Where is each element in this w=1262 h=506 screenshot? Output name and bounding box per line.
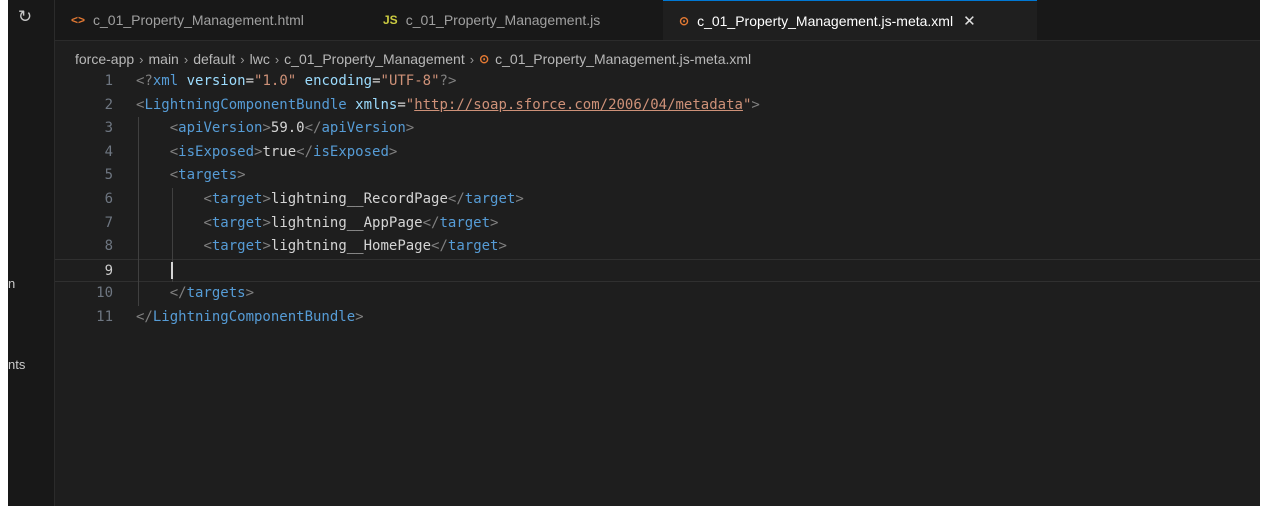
tab-js-file[interactable]: JS c_01_Property_Management.js (367, 0, 657, 40)
code-text: <LightningComponentBundle xmlns="http://… (136, 96, 760, 113)
line-number: 8 (104, 238, 113, 255)
line-number: 3 (104, 120, 113, 137)
code-text: <isExposed>true</isExposed> (169, 143, 398, 160)
code-text: <target>lightning__RecordPage</target> (203, 191, 524, 207)
breadcrumb-item[interactable]: c_01_Property_Management (284, 51, 465, 67)
chevron-right-icon: › (469, 51, 475, 67)
code-text: </LightningComponentBundle> (136, 309, 364, 325)
line-number: 10 (96, 285, 113, 302)
breadcrumb-item[interactable]: default (193, 51, 235, 67)
refresh-icon[interactable]: ↻ (16, 8, 34, 26)
tab-xml-file[interactable]: ⊙ c_01_Property_Management.js-meta.xml ✕ (663, 0, 1037, 40)
editor-tab-bar: <> c_01_Property_Management.html JS c_01… (55, 0, 1260, 41)
breadcrumb-item[interactable]: main (149, 51, 179, 67)
breadcrumb-item[interactable]: c_01_Property_Management.js-meta.xml (495, 51, 751, 67)
code-line[interactable]: 4 <isExposed>true</isExposed> (55, 141, 1260, 165)
code-line[interactable]: 5 <targets> (55, 164, 1260, 188)
chevron-right-icon: › (240, 51, 245, 67)
html-file-icon: <> (71, 13, 86, 27)
chevron-right-icon: › (183, 51, 189, 67)
indent-guide (138, 117, 139, 306)
code-editor[interactable]: 1 <?xml version="1.0" encoding="UTF-8"?> 2… (55, 70, 1260, 506)
code-text: <target>lightning__AppPage</target> (203, 214, 499, 231)
text-cursor (170, 261, 173, 280)
code-line[interactable]: 1 <?xml version="1.0" encoding="UTF-8"?> (55, 70, 1260, 94)
line-number: 1 (104, 73, 113, 89)
tab-label: c_01_Property_Management.js-meta.xml (697, 12, 954, 29)
line-number: 11 (96, 309, 113, 325)
xml-file-icon: ⊙ (679, 13, 690, 28)
code-line[interactable]: 9 (55, 258, 1260, 283)
tab-html-file[interactable]: <> c_01_Property_Management.html (55, 0, 355, 40)
tab-label: c_01_Property_Management.html (93, 12, 304, 28)
line-number: 4 (104, 143, 113, 160)
code-line[interactable]: 10 </targets> (55, 282, 1260, 306)
line-number: 2 (104, 96, 113, 113)
code-text: <apiVersion>59.0</apiVersion> (169, 120, 415, 137)
code-text: </targets> (169, 285, 255, 302)
xml-file-icon: ⊙ (479, 52, 490, 66)
line-number: 5 (104, 167, 113, 184)
code-text: <targets> (169, 167, 246, 184)
code-line[interactable]: 2 <LightningComponentBundle xmlns="http:/… (55, 94, 1260, 118)
code-text: <?xml version="1.0" encoding="UTF-8"?> (136, 73, 457, 89)
code-line[interactable]: 6 <target>lightning__RecordPage</target> (55, 188, 1260, 212)
code-line[interactable]: 8 <target>lightning__HomePage</target> (55, 235, 1260, 259)
code-line[interactable]: 7 <target>lightning__AppPage</target> (55, 212, 1260, 236)
breadcrumb: force-app › main › default › lwc › c_01_… (75, 48, 751, 70)
side-bar: ↻ n nts (8, 0, 55, 506)
js-file-icon: JS (383, 13, 398, 27)
chevron-right-icon: › (274, 51, 280, 67)
vscode-window: ↻ n nts <> c_01_Property_Management.html… (8, 0, 1260, 506)
breadcrumb-item[interactable]: lwc (250, 51, 270, 67)
code-line[interactable]: 11 </LightningComponentBundle> (55, 306, 1260, 330)
line-number: 6 (104, 191, 113, 207)
line-number: 7 (104, 214, 113, 231)
line-number: 9 (104, 262, 113, 279)
close-icon[interactable]: ✕ (963, 12, 976, 30)
sidebar-text-fragment: nts (8, 357, 26, 372)
code-text: <target>lightning__HomePage</target> (203, 238, 507, 255)
code-line[interactable]: 3 <apiVersion>59.0</apiVersion> (55, 117, 1260, 141)
sidebar-text-fragment: n (8, 276, 16, 291)
breadcrumb-item[interactable]: force-app (75, 51, 134, 67)
tab-label: c_01_Property_Management.js (405, 12, 601, 28)
chevron-right-icon: › (139, 51, 144, 67)
